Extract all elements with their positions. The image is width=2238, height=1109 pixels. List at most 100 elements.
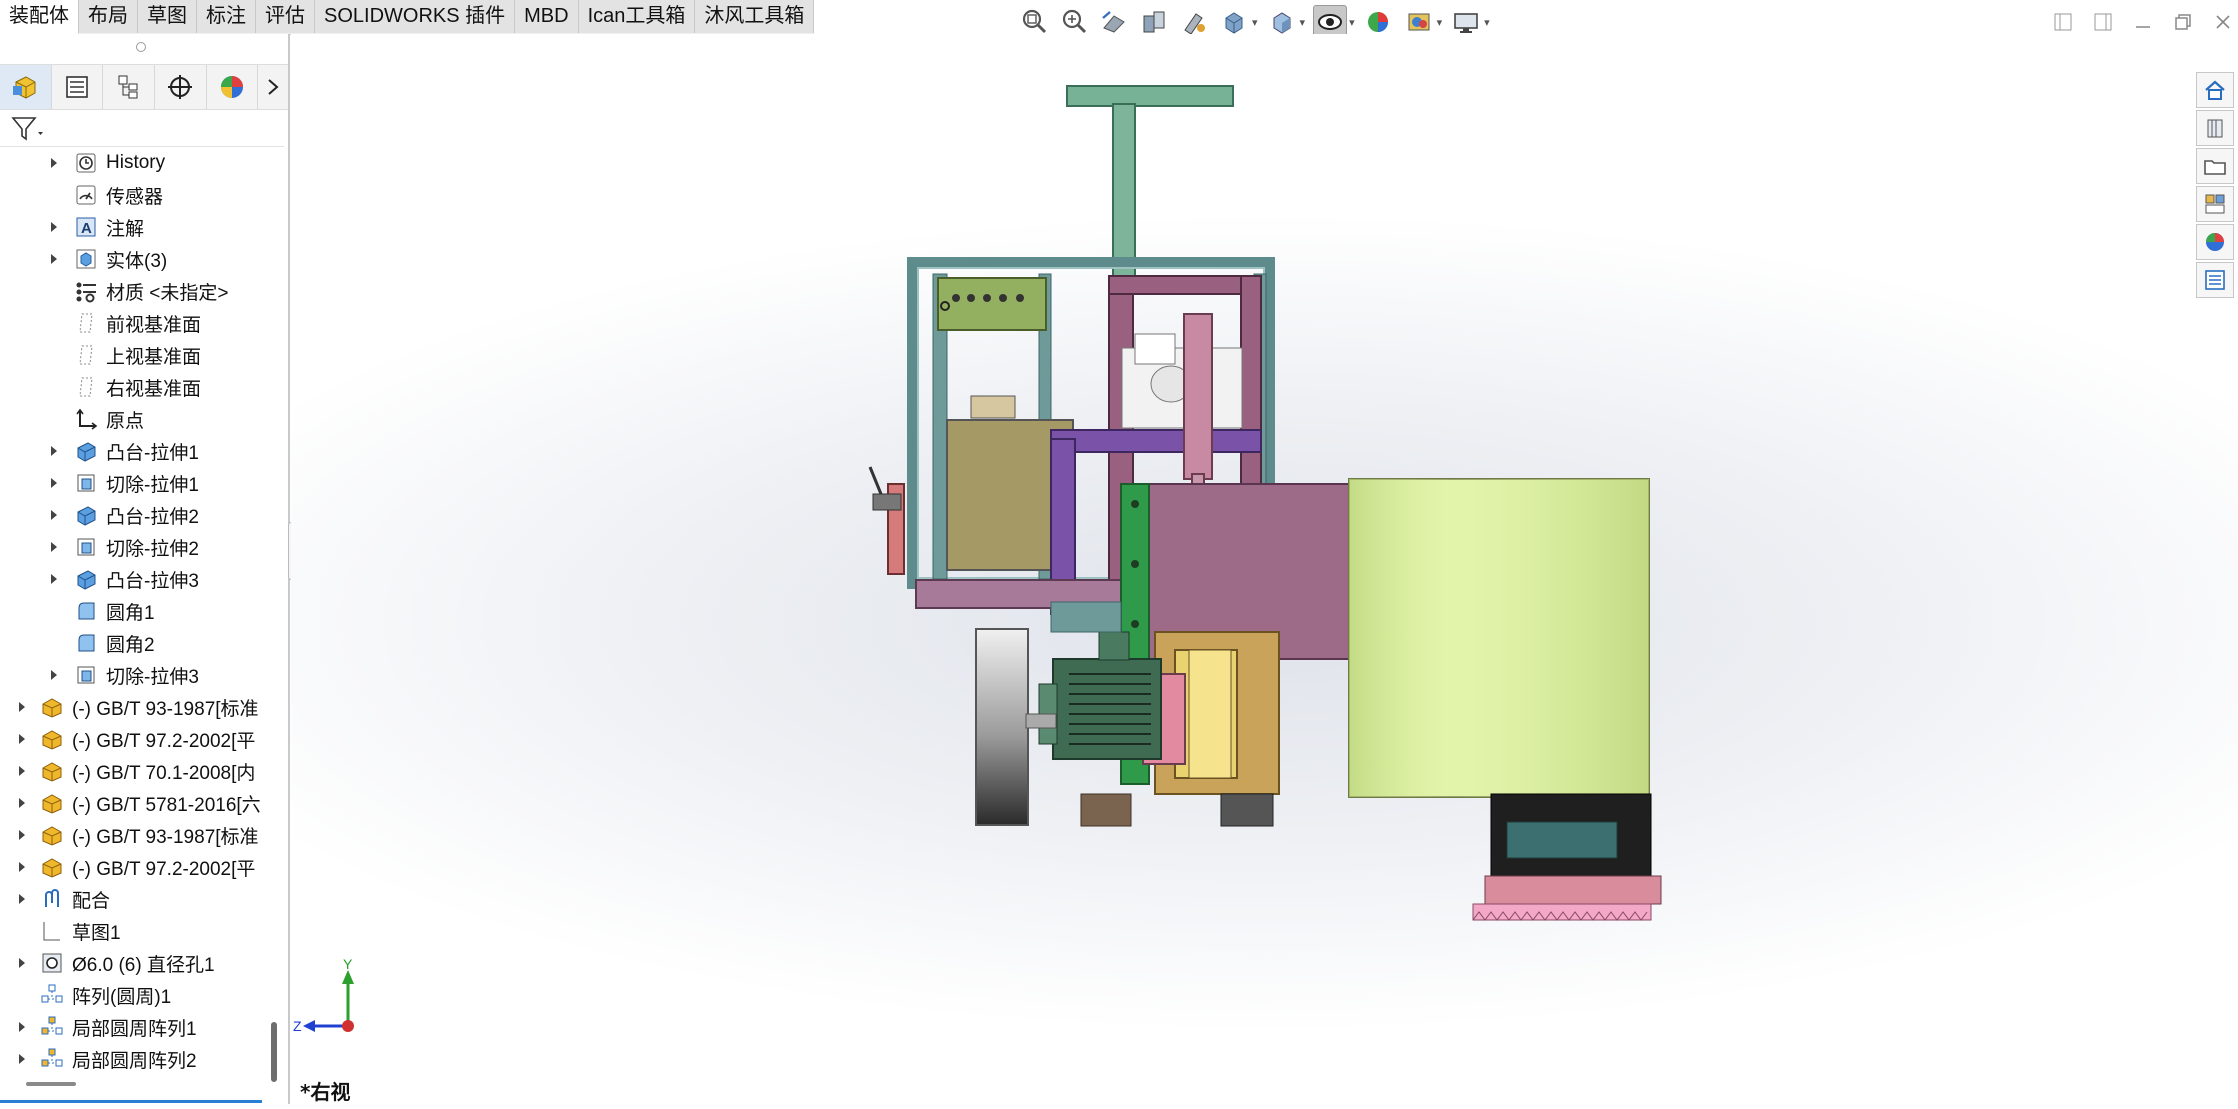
expand-arrow-icon[interactable] bbox=[16, 797, 28, 809]
tree-item[interactable]: (-) GB/T 93-1987[标准 bbox=[19, 691, 259, 723]
tree-item[interactable]: (-) GB/T 97.2-2002[平 bbox=[19, 723, 255, 755]
chevron-down-icon[interactable]: ▾ bbox=[1300, 16, 1306, 29]
tile-right-icon[interactable] bbox=[2088, 8, 2118, 36]
tab-4[interactable]: 评估 bbox=[256, 0, 315, 33]
design-library-icon[interactable] bbox=[2196, 110, 2234, 146]
feature-manager-tab-icon[interactable] bbox=[0, 65, 52, 109]
tree-item[interactable]: 切除-拉伸3 bbox=[51, 659, 199, 691]
tree-item[interactable]: 传感器 bbox=[72, 179, 163, 211]
tree-item[interactable]: 圆角1 bbox=[72, 595, 155, 627]
tree-item[interactable]: History bbox=[51, 147, 166, 179]
expand-arrow-icon[interactable] bbox=[48, 253, 60, 265]
tile-left-icon[interactable] bbox=[2048, 8, 2078, 36]
expand-arrow-icon[interactable] bbox=[48, 541, 60, 553]
view-palette-icon[interactable] bbox=[2196, 186, 2234, 222]
configuration-manager-tab-icon[interactable] bbox=[103, 65, 155, 109]
tree-vertical-scrollbar[interactable] bbox=[271, 1022, 277, 1082]
chevron-down-icon[interactable]: ▾ bbox=[1484, 16, 1490, 29]
tree-item[interactable]: (-) GB/T 97.2-2002[平 bbox=[19, 851, 255, 883]
cut-extrude-icon bbox=[72, 469, 100, 497]
tree-item[interactable]: 切除-拉伸2 bbox=[51, 531, 199, 563]
plane-icon bbox=[72, 373, 100, 401]
restore-icon[interactable] bbox=[2168, 8, 2198, 36]
expand-arrow-icon[interactable] bbox=[16, 957, 28, 969]
tree-item[interactable]: 草图1 bbox=[38, 915, 121, 947]
expand-arrow-icon[interactable] bbox=[48, 445, 60, 457]
tree-item[interactable]: 局部圆周阵列2 bbox=[19, 1043, 197, 1075]
display-manager-tab-icon[interactable] bbox=[207, 65, 259, 109]
tree-item[interactable]: A 注解 bbox=[51, 211, 144, 243]
part-icon bbox=[38, 757, 66, 785]
expand-arrow-icon[interactable] bbox=[16, 733, 28, 745]
expand-arrow-icon[interactable] bbox=[48, 669, 60, 681]
tree-item[interactable]: 圆角2 bbox=[72, 627, 155, 659]
tab-0[interactable]: 装配体 bbox=[0, 0, 79, 34]
expand-arrow-icon[interactable] bbox=[16, 893, 28, 905]
file-explorer-icon[interactable] bbox=[2196, 148, 2234, 184]
expand-arrow-icon[interactable] bbox=[16, 1021, 28, 1033]
assembly-model[interactable] bbox=[291, 34, 2238, 1104]
tree-item[interactable]: 前视基准面 bbox=[72, 307, 201, 339]
feature-tree: History 传感器 A 注解实体(3) 材质 <未指定> 前视基准面上视基准面右视基准… bbox=[0, 147, 264, 1097]
tree-item[interactable]: (-) GB/T 93-1987[标准 bbox=[19, 819, 259, 851]
tree-item[interactable]: 材质 <未指定> bbox=[72, 275, 228, 307]
tree-item-label: 原点 bbox=[106, 410, 145, 432]
tree-item[interactable]: 实体(3) bbox=[51, 243, 168, 275]
expand-arrow-icon[interactable] bbox=[48, 509, 60, 521]
tree-item[interactable]: (-) GB/T 70.1-2008[内 bbox=[19, 755, 255, 787]
sketch-icon bbox=[38, 917, 66, 945]
local-pattern-icon bbox=[38, 1045, 66, 1073]
tree-item[interactable]: 凸台-拉伸3 bbox=[51, 563, 199, 595]
expand-arrow-icon[interactable] bbox=[16, 861, 28, 873]
tab-8[interactable]: 沐风工具箱 bbox=[695, 0, 815, 33]
appearances-icon[interactable] bbox=[2196, 224, 2234, 260]
property-manager-tab-icon[interactable] bbox=[52, 65, 104, 109]
tree-item[interactable]: 阵列(圆周)1 bbox=[38, 979, 171, 1011]
chevron-down-icon[interactable]: ▾ bbox=[1252, 16, 1258, 29]
tab-6[interactable]: MBD bbox=[515, 0, 579, 33]
filter-icon[interactable] bbox=[10, 114, 44, 147]
tree-item[interactable]: 上视基准面 bbox=[72, 339, 201, 371]
tab-7[interactable]: Ican工具箱 bbox=[578, 0, 696, 33]
tree-item-label: 上视基准面 bbox=[106, 346, 202, 368]
chevron-down-icon[interactable]: ▾ bbox=[1437, 16, 1443, 29]
home-icon[interactable] bbox=[2196, 72, 2234, 108]
part-icon bbox=[38, 853, 66, 881]
tree-item[interactable]: 凸台-拉伸2 bbox=[51, 499, 199, 531]
tree-horizontal-scrollbar[interactable] bbox=[26, 1082, 76, 1086]
panel-grip-handle[interactable] bbox=[136, 42, 146, 52]
expand-arrow-icon[interactable] bbox=[48, 573, 60, 585]
chevron-right-icon[interactable] bbox=[258, 65, 288, 109]
tree-item[interactable]: 配合 bbox=[19, 883, 110, 915]
expand-arrow-icon[interactable] bbox=[48, 477, 60, 489]
close-icon[interactable] bbox=[2208, 8, 2238, 36]
dimxpert-manager-tab-icon[interactable] bbox=[155, 65, 207, 109]
tab-2[interactable]: 草图 bbox=[138, 0, 197, 33]
fillet-icon bbox=[72, 629, 100, 657]
tree-item[interactable]: 右视基准面 bbox=[72, 371, 201, 403]
expand-arrow-icon[interactable] bbox=[48, 221, 60, 233]
expand-arrow-icon[interactable] bbox=[16, 829, 28, 841]
tab-3[interactable]: 标注 bbox=[197, 0, 256, 33]
tree-item-label: 实体(3) bbox=[106, 250, 168, 272]
tree-item[interactable]: 凸台-拉伸1 bbox=[51, 435, 199, 467]
chevron-down-icon[interactable]: ▾ bbox=[1349, 16, 1355, 29]
tab-5[interactable]: SOLIDWORKS 插件 bbox=[315, 0, 516, 33]
history-icon bbox=[72, 149, 100, 177]
tree-item[interactable]: 原点 bbox=[72, 403, 144, 435]
minimize-icon[interactable] bbox=[2128, 8, 2158, 36]
tree-item[interactable]: 局部圆周阵列1 bbox=[19, 1011, 197, 1043]
expand-arrow-icon[interactable] bbox=[16, 765, 28, 777]
tab-1[interactable]: 布局 bbox=[79, 0, 138, 33]
tree-item-label: History bbox=[106, 152, 166, 173]
expand-arrow-icon[interactable] bbox=[16, 701, 28, 713]
tree-item-label: 右视基准面 bbox=[106, 378, 202, 400]
expand-arrow-icon[interactable] bbox=[16, 1053, 28, 1065]
tree-item[interactable]: 切除-拉伸1 bbox=[51, 467, 199, 499]
tree-item[interactable]: (-) GB/T 5781-2016[六 bbox=[19, 787, 261, 819]
solid-body-icon bbox=[72, 245, 100, 273]
custom-properties-icon[interactable] bbox=[2196, 262, 2234, 298]
tree-item[interactable]: Ø6.0 (6) 直径孔1 bbox=[19, 947, 215, 979]
expand-arrow-icon[interactable] bbox=[48, 157, 60, 169]
graphics-area[interactable] bbox=[291, 34, 2238, 1104]
